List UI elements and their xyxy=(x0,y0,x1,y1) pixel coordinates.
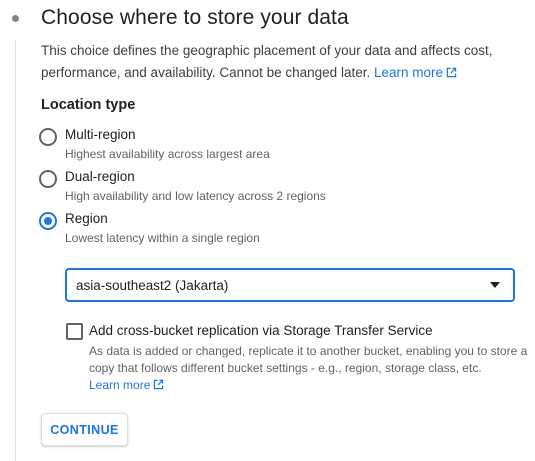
replication-learn-more-link[interactable]: Learn more xyxy=(89,378,164,392)
replication-label: Add cross-bucket replication via Storage… xyxy=(89,323,433,338)
section-title: Choose where to store your data xyxy=(41,6,349,29)
radio-label: Dual-region xyxy=(65,169,135,184)
step-indicator-dot xyxy=(12,15,19,22)
replication-description-text: As data is added or changed, replicate i… xyxy=(89,344,528,375)
radio-label: Multi-region xyxy=(65,127,136,142)
storage-location-step: Choose where to store your data This cho… xyxy=(0,0,535,461)
radio-button-selected[interactable] xyxy=(39,212,57,230)
external-link-icon xyxy=(446,67,457,78)
location-type-label: Location type xyxy=(41,97,136,113)
replication-description: As data is added or changed, replicate i… xyxy=(89,343,529,394)
learn-more-label: Learn more xyxy=(89,378,151,392)
radio-button[interactable] xyxy=(39,170,57,188)
replication-checkbox[interactable] xyxy=(66,323,83,340)
learn-more-link[interactable]: Learn more xyxy=(374,65,457,80)
dropdown-arrow-icon xyxy=(490,282,500,288)
learn-more-label: Learn more xyxy=(373,65,444,80)
radio-description: Lowest latency within a single region xyxy=(65,231,260,245)
radio-description: High availability and low latency across… xyxy=(65,189,326,203)
continue-button[interactable]: CONTINUE xyxy=(41,413,128,446)
radio-button[interactable] xyxy=(39,128,57,146)
radio-description: Highest availability across largest area xyxy=(65,147,270,161)
external-link-icon xyxy=(154,379,164,390)
region-select-value: asia-southeast2 (Jakarta) xyxy=(76,278,229,293)
section-description: This choice defines the geographic place… xyxy=(41,40,511,84)
step-connector-line xyxy=(15,40,16,461)
region-select[interactable]: asia-southeast2 (Jakarta) xyxy=(65,268,515,302)
radio-label: Region xyxy=(65,211,108,226)
